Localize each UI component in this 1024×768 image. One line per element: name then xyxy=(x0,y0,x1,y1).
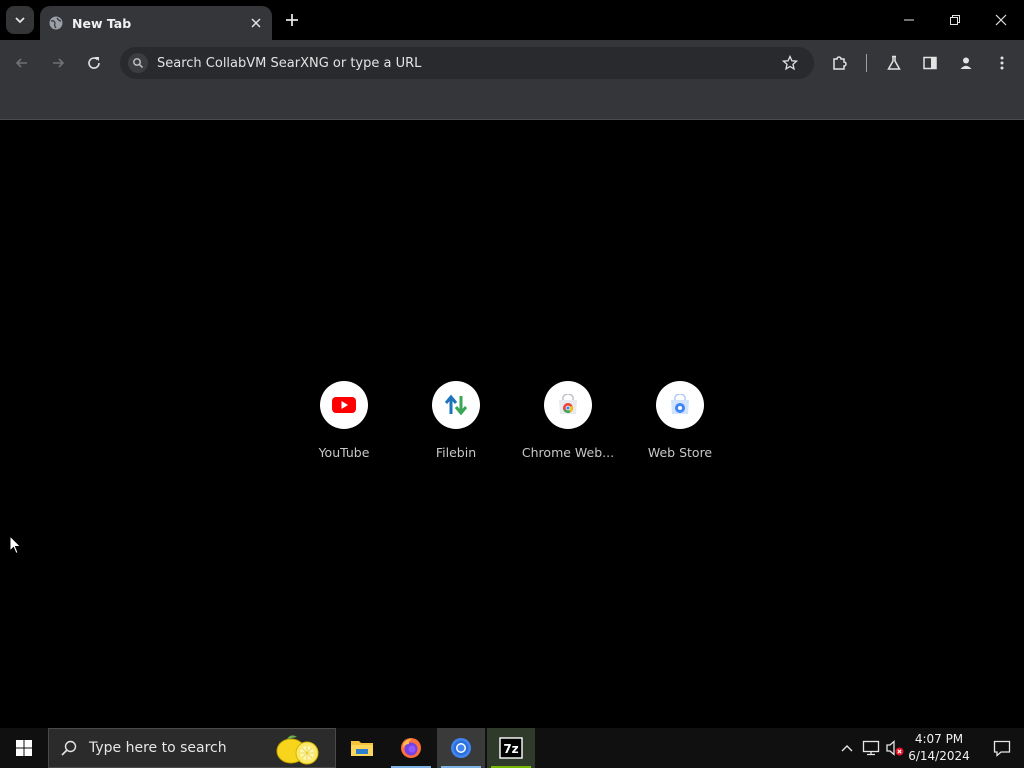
flask-icon xyxy=(887,55,901,70)
tab-title: New Tab xyxy=(72,15,132,31)
youtube-icon xyxy=(332,397,356,413)
taskbar-clock[interactable]: 4:07 PM 6/14/2024 xyxy=(902,731,976,765)
back-button[interactable] xyxy=(8,49,36,77)
reload-button[interactable] xyxy=(80,49,108,77)
shortcut-tile xyxy=(432,381,480,429)
person-icon xyxy=(960,57,972,69)
taskbar-firefox[interactable] xyxy=(387,728,435,768)
windows-taskbar: Type here to search 7z 4:07 PM 6/14/2024 xyxy=(0,728,1024,768)
profile-button[interactable] xyxy=(953,50,979,76)
start-button[interactable] xyxy=(0,728,48,768)
kebab-menu-icon xyxy=(1000,56,1004,70)
menu-button[interactable] xyxy=(989,50,1015,76)
bookmarks-bar xyxy=(0,86,1024,120)
bookmark-star-button[interactable] xyxy=(778,51,802,75)
shortcut-web-store[interactable]: Web Store xyxy=(624,381,736,471)
close-icon xyxy=(251,18,261,28)
new-tab-button[interactable] xyxy=(280,8,304,32)
file-explorer-icon xyxy=(351,741,373,756)
search-engine-icon xyxy=(128,53,148,73)
toolbar-separator xyxy=(866,54,867,72)
taskbar-search-box[interactable]: Type here to search xyxy=(48,728,336,768)
network-button[interactable] xyxy=(861,738,881,758)
forward-button[interactable] xyxy=(44,49,72,77)
show-hidden-icons-button[interactable] xyxy=(837,738,857,758)
windows-logo-icon xyxy=(16,740,32,756)
extensions-button[interactable] xyxy=(827,50,853,76)
desktop-screen: New Tab Search CollabVM SearXNG or type … xyxy=(0,0,1024,768)
side-panel-button[interactable] xyxy=(917,50,943,76)
plus-icon xyxy=(286,14,298,26)
lemon-search-highlight-icon xyxy=(276,735,319,765)
star-icon xyxy=(782,55,798,71)
tab-new-tab[interactable]: New Tab xyxy=(40,6,272,40)
web-store-icon xyxy=(671,394,689,414)
shortcut-label: Web Store xyxy=(647,445,713,460)
filebin-icon xyxy=(444,394,468,416)
taskbar-chrome[interactable] xyxy=(437,728,485,768)
taskbar-7zip[interactable]: 7z xyxy=(487,728,535,768)
arrow-right-icon xyxy=(53,58,65,68)
search-icon xyxy=(59,738,79,758)
side-panel-icon xyxy=(923,56,937,70)
shortcut-tile xyxy=(544,381,592,429)
close-window-button[interactable] xyxy=(978,0,1024,40)
network-icon xyxy=(862,740,880,756)
restore-button[interactable] xyxy=(932,0,978,40)
chrome-web-store-icon xyxy=(559,394,577,414)
minimize-button[interactable] xyxy=(886,0,932,40)
shortcut-label: Chrome Web... xyxy=(521,445,615,460)
clock-time: 4:07 PM xyxy=(914,732,964,746)
shortcut-tile xyxy=(320,381,368,429)
shortcut-filebin[interactable]: Filebin xyxy=(400,381,512,471)
taskbar-file-explorer[interactable] xyxy=(338,728,386,768)
shortcut-label: YouTube xyxy=(318,445,370,460)
taskbar-search-placeholder: Type here to search xyxy=(89,740,227,756)
7zip-icon: 7z xyxy=(499,737,523,759)
omnibox-input[interactable] xyxy=(157,55,778,71)
shortcut-tile xyxy=(656,381,704,429)
globe-icon xyxy=(48,15,64,31)
shortcut-label: Filebin xyxy=(435,445,477,460)
tab-close-button[interactable] xyxy=(246,13,266,33)
action-center-button[interactable] xyxy=(980,728,1024,768)
close-icon xyxy=(995,14,1007,26)
firefox-icon xyxy=(401,738,421,758)
chevron-down-icon xyxy=(15,17,25,24)
new-tab-page: YouTube Filebin Chrome Web... Web Store xyxy=(0,121,1024,728)
minimize-icon xyxy=(904,19,914,21)
tab-strip: New Tab xyxy=(0,0,1024,40)
svg-text:7z: 7z xyxy=(503,742,518,756)
shortcut-chrome-web-store[interactable]: Chrome Web... xyxy=(512,381,624,471)
omnibox[interactable] xyxy=(120,47,814,79)
mouse-cursor-icon xyxy=(9,535,22,555)
restore-icon xyxy=(950,15,960,25)
tab-search-button[interactable] xyxy=(6,6,34,34)
chrome-icon xyxy=(451,738,471,758)
labs-button[interactable] xyxy=(881,50,907,76)
clock-date: 6/14/2024 xyxy=(908,749,970,763)
notification-icon xyxy=(993,740,1011,757)
chevron-up-icon xyxy=(841,745,853,752)
arrow-left-icon xyxy=(15,58,27,68)
puzzle-icon xyxy=(833,56,847,70)
shortcuts-grid: YouTube Filebin Chrome Web... Web Store xyxy=(300,381,724,471)
shortcut-youtube[interactable]: YouTube xyxy=(288,381,400,471)
reload-icon xyxy=(88,57,100,69)
